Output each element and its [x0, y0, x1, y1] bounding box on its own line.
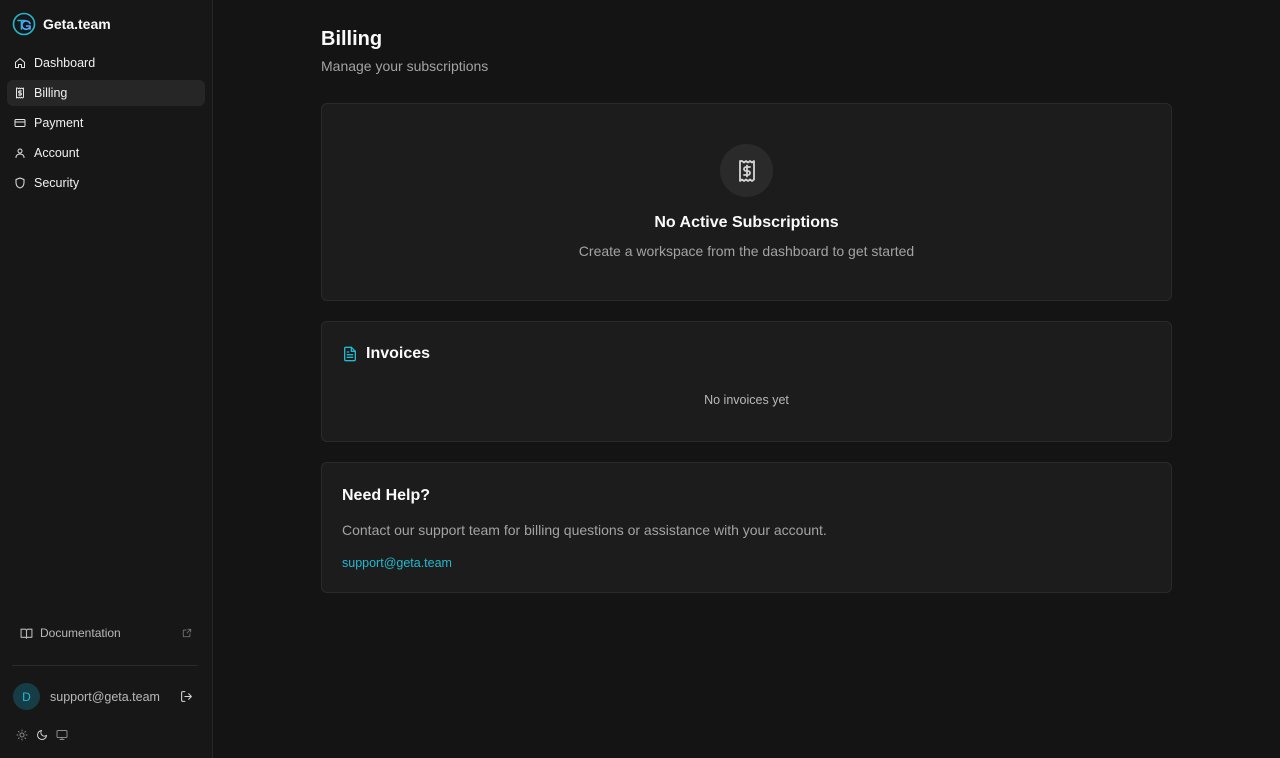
sidebar-item-security[interactable]: Security	[7, 170, 205, 196]
shield-icon	[15, 177, 25, 189]
brand-name: Geta.team	[43, 16, 111, 32]
subscriptions-empty-card: No Active Subscriptions Create a workspa…	[321, 103, 1172, 301]
sidebar-item-label: Billing	[34, 86, 68, 100]
sidebar-item-label: Payment	[34, 116, 84, 130]
theme-dark-button[interactable]	[36, 729, 48, 741]
help-card: Need Help? Contact our support team for …	[321, 462, 1172, 593]
theme-system-button[interactable]	[56, 729, 68, 741]
page-title: Billing	[321, 28, 383, 50]
sidebar-item-payment[interactable]: Payment	[7, 110, 205, 136]
user-icon	[15, 148, 25, 158]
theme-switcher	[16, 729, 68, 741]
invoices-header: Invoices	[342, 345, 430, 363]
help-title: Need Help?	[342, 487, 431, 504]
monitor-icon	[56, 730, 68, 740]
avatar[interactable]: D	[13, 683, 40, 710]
documentation-link[interactable]: Documentation	[20, 626, 192, 640]
moon-icon	[37, 730, 47, 740]
credit-card-icon	[14, 119, 26, 127]
book-icon	[20, 628, 33, 639]
sun-icon	[16, 729, 28, 741]
sidebar-divider	[12, 665, 198, 666]
receipt-icon	[738, 159, 755, 182]
invoices-card: Invoices No invoices yet	[321, 321, 1172, 442]
sidebar-nav: Dashboard Billing Payment Account Securi…	[7, 50, 205, 200]
file-text-icon	[344, 346, 356, 362]
sidebar-item-label: Dashboard	[34, 56, 96, 70]
user-email: support@geta.team	[50, 689, 160, 704]
help-description: Contact our support team for billing que…	[342, 522, 827, 538]
invoices-empty-text: No invoices yet	[704, 393, 789, 407]
empty-description: Create a workspace from the dashboard to…	[578, 243, 915, 259]
receipt-icon	[16, 87, 24, 99]
sidebar-item-label: Account	[34, 146, 80, 160]
sidebar: Geta.team Dashboard Billing Payment Acco…	[0, 0, 213, 758]
geta-logo-icon	[12, 12, 36, 36]
home-icon	[15, 58, 25, 68]
external-link-icon	[182, 628, 192, 638]
theme-light-button[interactable]	[16, 729, 28, 741]
documentation-label: Documentation	[40, 626, 121, 640]
empty-title: No Active Subscriptions	[654, 214, 839, 231]
support-email-link[interactable]: support@geta.team	[342, 556, 452, 570]
sidebar-item-dashboard[interactable]: Dashboard	[7, 50, 205, 76]
sidebar-item-account[interactable]: Account	[7, 140, 205, 166]
brand[interactable]: Geta.team	[12, 12, 111, 36]
invoices-title: Invoices	[366, 345, 431, 362]
logout-icon[interactable]	[180, 690, 193, 703]
sidebar-item-billing[interactable]: Billing	[7, 80, 205, 106]
page-subtitle: Manage your subscriptions	[321, 58, 489, 74]
user-profile: D support@geta.team	[13, 683, 195, 710]
sidebar-item-label: Security	[34, 176, 80, 190]
empty-icon-circle	[720, 144, 773, 197]
